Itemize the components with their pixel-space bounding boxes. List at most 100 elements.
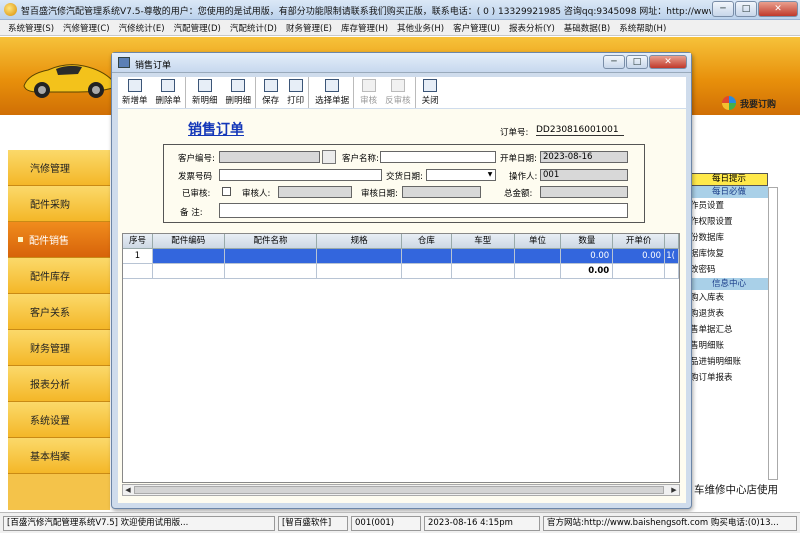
approve-date-field[interactable] xyxy=(402,186,481,198)
sidebar-item-inventory[interactable]: 配件库存 xyxy=(8,258,110,294)
column-header[interactable] xyxy=(665,234,679,249)
approved-checkbox[interactable] xyxy=(222,187,231,196)
cell-warehouse[interactable] xyxy=(401,249,452,264)
main-title-bar: 智百盛汽修汽配管理系统V7.5-尊敬的用户：您使用的是试用版，有部分功能限制请联… xyxy=(0,0,800,20)
cell-extra[interactable]: 1( xyxy=(665,249,679,264)
cell-model[interactable] xyxy=(451,249,515,264)
toolbar-label: 审核 xyxy=(360,96,378,106)
column-header[interactable]: 配件编码 xyxy=(152,234,225,249)
scroll-right-icon[interactable]: ▶ xyxy=(669,485,679,495)
panel-link[interactable]: 份数据库 xyxy=(690,230,768,246)
order-number-label: 订单号: xyxy=(500,128,529,138)
menu-finance[interactable]: 财务管理(E) xyxy=(286,22,332,34)
cell-spec[interactable] xyxy=(317,249,402,264)
total-amount-label: 总金额: xyxy=(504,189,533,199)
menu-parts[interactable]: 汽配管理(D) xyxy=(174,22,221,34)
panel-link[interactable]: 购订单报表 xyxy=(690,370,768,386)
customer-code-field[interactable] xyxy=(219,151,320,163)
panel-link[interactable]: 售单据汇总 xyxy=(690,322,768,338)
delivery-date-select[interactable]: ▼ xyxy=(426,169,496,181)
child-minimize-button[interactable]: ─ xyxy=(603,55,625,69)
menu-other[interactable]: 其他业务(H) xyxy=(397,22,444,34)
table-row[interactable]: 1 0.00 0.00 1( xyxy=(123,249,679,264)
scrollbar-thumb[interactable] xyxy=(134,486,664,494)
toolbar-label: 选择单据 xyxy=(315,96,350,106)
child-maximize-button[interactable]: □ xyxy=(626,55,648,69)
sidebar-item-customers[interactable]: 客户关系 xyxy=(8,294,110,330)
cell-part-name[interactable] xyxy=(224,249,318,264)
approve-button[interactable]: 审核 xyxy=(356,77,381,108)
menu-reports[interactable]: 报表分析(Y) xyxy=(509,22,555,34)
column-header[interactable]: 车型 xyxy=(451,234,515,249)
sidebar-item-reports[interactable]: 报表分析 xyxy=(8,366,110,402)
cell-price[interactable]: 0.00 xyxy=(613,249,666,264)
panel-link[interactable]: 作员设置 xyxy=(690,198,768,214)
column-header[interactable]: 数量 xyxy=(561,234,614,249)
save-button[interactable]: 保存 xyxy=(258,77,283,108)
right-info-panel: 每日提示 每日必做 作员设置 作权限设置 份数据库 据库恢复 改密码 信息中心 … xyxy=(690,173,800,503)
menu-repair-stats[interactable]: 汽修统计(E) xyxy=(119,22,165,34)
child-close-button[interactable]: ✕ xyxy=(649,55,687,69)
menu-help[interactable]: 系统帮助(H) xyxy=(619,22,666,34)
cell-qty[interactable]: 0.00 xyxy=(561,249,614,264)
column-header[interactable]: 配件名称 xyxy=(224,234,318,249)
right-panel-scrollbar[interactable] xyxy=(768,187,778,480)
approver-field[interactable] xyxy=(278,186,352,198)
panel-link[interactable]: 售明细账 xyxy=(690,338,768,354)
customer-name-field[interactable] xyxy=(380,151,496,163)
unapprove-button[interactable]: 反审核 xyxy=(381,77,416,108)
column-header[interactable]: 序号 xyxy=(123,234,153,249)
cell-seq[interactable]: 1 xyxy=(123,249,153,264)
scroll-left-icon[interactable]: ◀ xyxy=(123,485,133,495)
total-cell xyxy=(613,264,666,279)
panel-link[interactable]: 改密码 xyxy=(690,262,768,278)
column-header[interactable]: 仓库 xyxy=(401,234,452,249)
delete-detail-button[interactable]: 删明细 xyxy=(222,77,257,108)
cell-part-code[interactable] xyxy=(152,249,225,264)
sidebar-item-archive[interactable]: 基本档案 xyxy=(8,438,110,474)
column-header[interactable]: 规格 xyxy=(317,234,402,249)
remark-field[interactable] xyxy=(219,203,628,218)
sidebar-item-sales[interactable]: 配件销售 xyxy=(8,222,110,258)
column-header[interactable]: 单位 xyxy=(514,234,562,249)
panel-link[interactable]: 品进销明细账 xyxy=(690,354,768,370)
panel-link[interactable]: 购退货表 xyxy=(690,306,768,322)
sidebar-item-repair[interactable]: 汽修管理 xyxy=(8,150,110,186)
column-header[interactable]: 开单价 xyxy=(613,234,666,249)
menu-inventory[interactable]: 库存管理(H) xyxy=(341,22,388,34)
operator-field[interactable]: 001 xyxy=(540,169,628,181)
maximize-button[interactable]: □ xyxy=(735,1,757,17)
panel-link[interactable]: 作权限设置 xyxy=(690,214,768,230)
order-now-button[interactable]: 我要订购 xyxy=(722,96,776,110)
menu-base-data[interactable]: 基础数据(B) xyxy=(564,22,610,34)
delete-order-button[interactable]: 删除单 xyxy=(152,77,187,108)
minimize-button[interactable]: ─ xyxy=(712,1,734,17)
chevron-down-icon: ▼ xyxy=(487,171,493,178)
cell-unit[interactable] xyxy=(514,249,562,264)
panel-link[interactable]: 据库恢复 xyxy=(690,246,768,262)
sidebar-item-purchase[interactable]: 配件采购 xyxy=(8,186,110,222)
menu-repair[interactable]: 汽修管理(C) xyxy=(63,22,110,34)
total-cell xyxy=(401,264,452,279)
sidebar-item-label: 报表分析 xyxy=(30,380,70,391)
new-detail-button[interactable]: 新明细 xyxy=(188,77,222,108)
menu-parts-stats[interactable]: 汽配统计(D) xyxy=(230,22,277,34)
close-button[interactable]: ✕ xyxy=(758,1,798,17)
panel-link[interactable]: 购入库表 xyxy=(690,290,768,306)
grid-horizontal-scrollbar[interactable]: ◀ ▶ xyxy=(122,484,680,496)
sidebar-item-finance[interactable]: 财务管理 xyxy=(8,330,110,366)
select-document-button[interactable]: 选择单据 xyxy=(311,77,355,108)
open-date-field[interactable]: 2023-08-16 xyxy=(540,151,628,163)
sports-car-image xyxy=(23,64,114,98)
customer-lookup-button[interactable] xyxy=(322,150,336,164)
print-button[interactable]: 打印 xyxy=(283,77,310,108)
new-order-button[interactable]: 新增单 xyxy=(118,77,152,108)
sidebar-item-settings[interactable]: 系统设置 xyxy=(8,402,110,438)
close-window-button[interactable]: 关闭 xyxy=(418,77,443,108)
menu-system[interactable]: 系统管理(S) xyxy=(8,22,54,34)
status-company: [智百盛软件] xyxy=(278,515,348,531)
menu-customers[interactable]: 客户管理(U) xyxy=(453,22,500,34)
invoice-no-field[interactable] xyxy=(219,169,382,181)
order-detail-grid[interactable]: 序号 配件编码 配件名称 规格 仓库 车型 单位 数量 开单价 1 0.00 0… xyxy=(122,233,680,483)
daily-tips-header: 每日提示 xyxy=(690,173,768,186)
